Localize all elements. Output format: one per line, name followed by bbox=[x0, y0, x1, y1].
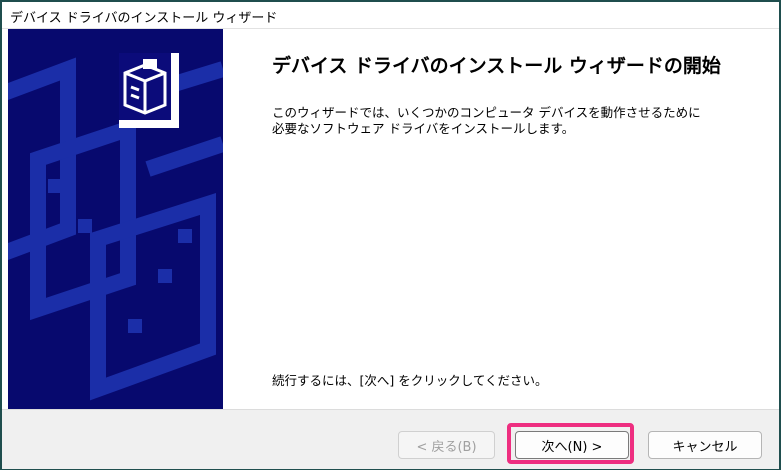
wizard-description: このウィザードでは、いくつかのコンピュータ デバイスを動作させるために 必要なソ… bbox=[272, 105, 752, 137]
cancel-button[interactable]: キャンセル bbox=[648, 431, 762, 459]
description-line-2: 必要なソフトウェア ドライバをインストールします。 bbox=[272, 121, 575, 136]
back-button[interactable]: < 戻る(B) bbox=[398, 431, 495, 459]
window-title: デバイス ドライバのインストール ウィザード bbox=[10, 11, 278, 26]
wizard-window: デバイス ドライバのインストール ウィザード デバイス ドライバのインストール … bbox=[0, 0, 781, 470]
description-line-1: このウィザードでは、いくつかのコンピュータ デバイスを動作させるために bbox=[272, 105, 701, 120]
button-bar: < 戻る(B) 次へ(N) > キャンセル bbox=[2, 409, 779, 469]
wizard-content: デバイス ドライバのインストール ウィザードの開始 このウィザードでは、いくつか… bbox=[2, 29, 779, 409]
wizard-heading: デバイス ドライバのインストール ウィザードの開始 bbox=[272, 55, 721, 77]
hardware-install-icon bbox=[119, 53, 179, 128]
banner-graphic bbox=[8, 57, 223, 401]
title-bar: デバイス ドライバのインストール ウィザード bbox=[2, 2, 779, 29]
wizard-banner bbox=[8, 29, 223, 409]
continue-instruction: 続行するには、[次へ] をクリックしてください。 bbox=[272, 373, 548, 388]
next-button[interactable]: 次へ(N) > bbox=[515, 431, 629, 459]
